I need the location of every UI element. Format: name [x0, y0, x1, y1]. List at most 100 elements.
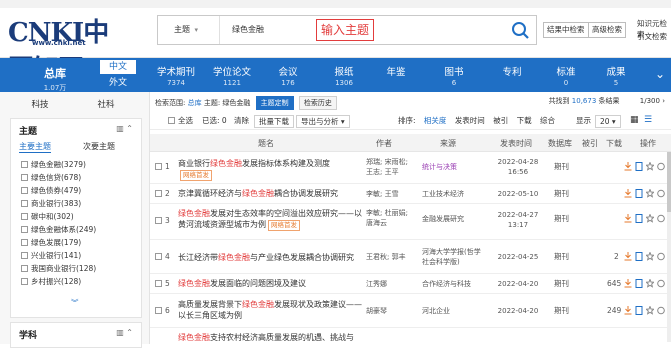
checkbox-icon[interactable] — [155, 190, 162, 197]
chart-icon[interactable]: ▥ — [116, 328, 124, 337]
result-author[interactable]: 李敏; 王雪 — [366, 189, 408, 199]
table-row[interactable]: 6 高质量发展背景下绿色金融发展现状及政策建议——以长三角区域为例 胡豪琴 河北… — [150, 294, 671, 328]
nav-item-achievement[interactable]: 成果 5 — [586, 58, 646, 92]
checkbox-icon[interactable] — [21, 265, 28, 272]
topic-item[interactable]: 我国商业银行(128) — [21, 263, 96, 274]
table-row[interactable]: 3 绿色金融发展对生态效率的空间溢出效应研究——以黄河流域资源型城市为例 网络首发… — [150, 204, 671, 240]
favorite-icon[interactable] — [646, 162, 654, 171]
tab-social-science[interactable]: 社科 — [76, 98, 136, 110]
sort-comprehensive[interactable]: 综合 — [540, 116, 555, 125]
table-row[interactable]: 4 长江经济带绿色金融与产业绿色发展耦合协调研究 王君秋; 郭丰 河海大学学报(… — [150, 240, 671, 274]
favorite-icon[interactable] — [646, 306, 654, 315]
nav-item-book[interactable]: 图书 6 — [424, 58, 484, 92]
subtab-secondary-topic[interactable]: 次要主题 — [83, 141, 115, 152]
search-input[interactable]: 绿色金融 — [232, 16, 264, 44]
lang-chinese[interactable]: 中文 — [100, 60, 136, 74]
favorite-icon[interactable] — [646, 252, 654, 261]
result-title[interactable]: 绿色金融发展对生态效率的空间溢出效应研究——以黄河流域资源型城市为例 网络首发 — [178, 208, 368, 231]
select-all[interactable]: 全选 — [168, 115, 193, 126]
table-row[interactable]: 1 商业银行绿色金融发展指标体系构建及测度 网络首发 郑瑞; 宋雨松; 王志; 王… — [150, 154, 671, 184]
nav-item-conference[interactable]: 会议 176 — [258, 58, 318, 92]
quote-icon[interactable] — [657, 279, 665, 288]
nav-item-yearbook[interactable]: 年鉴 — [366, 58, 426, 92]
result-title[interactable]: 绿色金融支持农村经济高质量发展的机遇、挑战与 — [178, 332, 368, 343]
checkbox-icon[interactable] — [21, 200, 28, 207]
sort-date[interactable]: 发表时间 — [455, 116, 485, 125]
download-icon[interactable] — [624, 189, 632, 198]
nav-item-journal[interactable]: 学术期刊 7374 — [146, 58, 206, 92]
card-controls[interactable]: ▥ ⌃ — [116, 328, 133, 337]
checkbox-icon[interactable] — [155, 253, 162, 260]
read-icon[interactable] — [635, 306, 643, 315]
result-source[interactable]: 金融发展研究 — [422, 214, 484, 224]
expand-more-icon[interactable]: ︾ — [71, 297, 79, 308]
read-icon[interactable] — [635, 252, 643, 261]
topic-item[interactable]: 碳中和(302) — [21, 211, 74, 222]
list-view-icon[interactable]: ☰ — [644, 115, 652, 125]
search-history-button[interactable]: 检索历史 — [298, 96, 337, 110]
nav-item-thesis[interactable]: 学位论文 1121 — [202, 58, 262, 92]
table-row[interactable]: 绿色金融支持农村经济高质量发展的机遇、挑战与 — [150, 328, 671, 344]
checkbox-icon[interactable] — [155, 217, 162, 224]
quote-icon[interactable] — [657, 214, 665, 223]
sort-relevance[interactable]: 相关度 — [424, 116, 447, 125]
result-source[interactable]: 合作经济与科技 — [422, 279, 484, 289]
quote-icon[interactable] — [657, 306, 665, 315]
display-count-select[interactable]: 20 ▾ — [595, 115, 621, 128]
checkbox-icon[interactable] — [21, 161, 28, 168]
result-author[interactable]: 李敏; 杜丽娟; 唐海云 — [366, 208, 408, 228]
table-row[interactable]: 2 京津冀循环经济与绿色金融耦合协调发展研究 李敏; 王雪 工业技术经济 202… — [150, 184, 671, 204]
sort-download[interactable]: 下载 — [517, 116, 532, 125]
download-icon[interactable] — [624, 252, 632, 261]
quote-icon[interactable] — [657, 162, 665, 171]
card-controls[interactable]: ▥ ⌃ — [116, 124, 133, 133]
topic-item[interactable]: 商业银行(383) — [21, 198, 81, 209]
topic-item[interactable]: 绿色发展(179) — [21, 237, 81, 248]
result-source[interactable]: 河北企业 — [422, 306, 484, 316]
read-icon[interactable] — [635, 214, 643, 223]
checkbox-icon[interactable] — [155, 163, 162, 170]
nav-item-patent[interactable]: 专利 — [482, 58, 542, 92]
result-title[interactable]: 京津冀循环经济与绿色金融耦合协调发展研究 — [178, 188, 368, 199]
checkbox-icon[interactable] — [168, 117, 175, 124]
favorite-icon[interactable] — [646, 214, 654, 223]
tab-science[interactable]: 科技 — [10, 98, 70, 110]
search-field-select[interactable]: 主题 ▾ — [158, 16, 220, 44]
result-author[interactable]: 江秀娜 — [366, 279, 408, 289]
result-title[interactable]: 商业银行绿色金融发展指标体系构建及测度 网络首发 — [178, 158, 368, 181]
advanced-search-button[interactable]: 高级检索 — [588, 22, 626, 38]
export-analysis-button[interactable]: 导出与分析 ▾ — [296, 115, 350, 128]
checkbox-icon[interactable] — [21, 187, 28, 194]
checkbox-icon[interactable] — [21, 174, 28, 181]
topic-item[interactable]: 乡村振兴(128) — [21, 276, 81, 287]
topic-item[interactable]: 兴业银行(141) — [21, 250, 81, 261]
checkbox-icon[interactable] — [155, 307, 162, 314]
checkbox-icon[interactable] — [21, 278, 28, 285]
read-icon[interactable] — [635, 189, 643, 198]
download-icon[interactable] — [624, 279, 632, 288]
result-author[interactable]: 郑瑞; 宋雨松; 王志; 王平 — [366, 157, 408, 177]
quote-icon[interactable] — [657, 189, 665, 198]
next-page-icon[interactable]: › — [662, 97, 665, 105]
topic-custom-button[interactable]: 主题定制 — [255, 96, 294, 110]
favorite-icon[interactable] — [646, 189, 654, 198]
cnki-logo[interactable]: CNKI中国知网 www.cnki.net — [8, 12, 126, 85]
result-title[interactable]: 长江经济带绿色金融与产业绿色发展耦合协调研究 — [178, 252, 368, 263]
subtab-main-topic[interactable]: 主要主题 — [19, 141, 51, 153]
result-source[interactable]: 河海大学学报(哲学社会科学版) — [422, 247, 484, 267]
download-icon[interactable] — [624, 214, 632, 223]
checkbox-icon[interactable] — [21, 239, 28, 246]
nav-item-newspaper[interactable]: 报纸 1306 — [314, 58, 374, 92]
topic-item[interactable]: 绿色金融体系(249) — [21, 224, 96, 235]
table-row[interactable]: 5 绿色金融发展面临的问题困境及建议 江秀娜 合作经济与科技 2022-04-2… — [150, 274, 671, 294]
nav-all-databases[interactable]: 总库 1.07万 — [10, 58, 100, 92]
scrollbar-thumb[interactable] — [667, 152, 671, 212]
lang-foreign[interactable]: 外文 — [100, 76, 136, 90]
topic-item[interactable]: 绿色债券(479) — [21, 185, 81, 196]
quote-icon[interactable] — [657, 252, 665, 261]
result-title[interactable]: 高质量发展背景下绿色金融发展现状及政策建议——以长三角区域为例 — [178, 299, 368, 321]
checkbox-icon[interactable] — [21, 226, 28, 233]
topic-item[interactable]: 绿色金融(3279) — [21, 159, 86, 170]
search-icon[interactable] — [507, 18, 533, 42]
result-title[interactable]: 绿色金融发展面临的问题困境及建议 — [178, 278, 368, 289]
